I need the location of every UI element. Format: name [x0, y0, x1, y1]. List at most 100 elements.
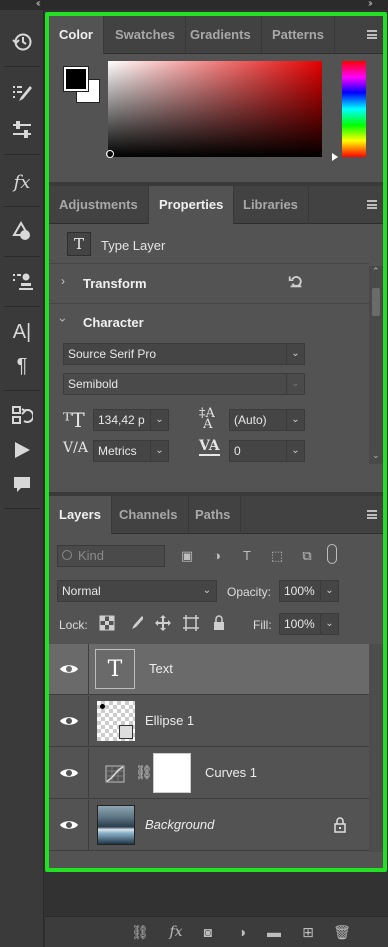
character-section-header[interactable]: Character: [83, 315, 144, 330]
kerning-value: Metrics: [98, 444, 137, 458]
layer-row-text[interactable]: T Text: [49, 644, 369, 695]
tracking-field[interactable]: 0 ⌄: [229, 440, 305, 462]
tab-properties[interactable]: Properties: [149, 186, 235, 224]
tab-color[interactable]: Color: [49, 16, 104, 54]
foreground-color-swatch[interactable]: [63, 66, 89, 92]
leading-value: (Auto): [234, 413, 267, 427]
layer-row-background[interactable]: Background: [49, 800, 369, 851]
timeline-icon[interactable]: [4, 400, 40, 432]
opacity-value: 100%: [284, 584, 315, 598]
visibility-eye-icon[interactable]: [59, 713, 79, 729]
properties-tab-bar: Adjustments Properties Libraries: [49, 186, 383, 224]
fx-styles-icon[interactable]: fx: [4, 166, 40, 198]
clone-source-icon[interactable]: [4, 266, 40, 298]
layer-locked-icon[interactable]: [333, 817, 347, 833]
expand-icon[interactable]: ‹‹: [36, 0, 40, 9]
layer-row-ellipse[interactable]: Ellipse 1: [49, 696, 369, 747]
lock-transparent-pixels-icon[interactable]: [99, 615, 115, 631]
adjustments-sliders-icon[interactable]: [4, 114, 40, 146]
comments-icon[interactable]: [4, 468, 40, 500]
transform-section-header[interactable]: Transform: [83, 276, 147, 291]
visibility-eye-icon[interactable]: [59, 817, 79, 833]
fill-field[interactable]: 100% ⌄: [279, 613, 339, 635]
chain-link-icon[interactable]: ⛓: [135, 764, 153, 781]
paragraph-icon[interactable]: ¶: [4, 350, 40, 382]
new-group-icon[interactable]: ▬: [265, 923, 283, 941]
visibility-eye-icon[interactable]: [59, 661, 79, 677]
layers-bottom-toolbar: ⛓ fx ◙ ◑ ▬ ⊞ 🗑: [45, 916, 388, 947]
link-layers-icon[interactable]: ⛓: [131, 923, 149, 941]
layer-name[interactable]: Text: [149, 661, 173, 676]
filter-toggle-icon[interactable]: [327, 544, 337, 564]
filter-adjustment-icon[interactable]: ◑: [209, 548, 225, 564]
layer-filter-kind-dropdown[interactable]: Kind: [57, 545, 165, 567]
properties-panel-menu-icon[interactable]: [367, 200, 377, 209]
chevron-down-icon: ⌄: [202, 585, 212, 596]
filter-smart-object-icon[interactable]: ⧉: [299, 548, 315, 564]
new-fill-adjustment-icon[interactable]: ◑: [233, 923, 251, 941]
search-icon: [62, 550, 72, 560]
tab-layers[interactable]: Layers: [49, 496, 112, 534]
tab-swatches[interactable]: Swatches: [105, 16, 186, 54]
layer-name[interactable]: Ellipse 1: [145, 713, 194, 728]
add-mask-icon[interactable]: ◙: [199, 923, 217, 941]
opacity-field[interactable]: 100% ⌄: [279, 580, 339, 602]
color-panel-menu-icon[interactable]: [367, 30, 377, 39]
chevron-down-icon: ⌄: [286, 410, 304, 430]
lock-position-icon[interactable]: [155, 615, 171, 631]
brush-settings-icon[interactable]: [4, 78, 40, 110]
shapes-icon[interactable]: [4, 216, 40, 248]
chevron-down-icon: ⌄: [320, 614, 338, 634]
scroll-down-icon[interactable]: ⌄: [372, 450, 380, 461]
transform-chevron-icon[interactable]: ›: [61, 274, 65, 288]
scroll-up-icon[interactable]: ⌃: [372, 266, 380, 277]
properties-scrollbar[interactable]: ⌃ ⌄: [369, 266, 383, 464]
lock-image-pixels-icon[interactable]: [127, 615, 144, 631]
layers-panel-menu-icon[interactable]: [367, 510, 377, 519]
tab-gradients[interactable]: Gradients: [180, 16, 262, 54]
filter-shape-icon[interactable]: ⬚: [269, 548, 285, 564]
reset-transform-icon[interactable]: [287, 272, 307, 292]
play-actions-icon[interactable]: [4, 434, 40, 466]
layer-row-curves[interactable]: ⛓ Curves 1: [49, 748, 369, 799]
blend-mode-dropdown[interactable]: Normal ⌄: [57, 580, 217, 602]
tab-patterns[interactable]: Patterns: [262, 16, 336, 54]
opacity-label: Opacity:: [227, 585, 272, 599]
lock-artboard-icon[interactable]: [183, 615, 199, 631]
font-style-dropdown[interactable]: Semibold ⌄: [63, 373, 305, 395]
chevron-down-icon: ⌄: [286, 344, 304, 364]
layer-name[interactable]: Background: [145, 817, 214, 832]
tab-libraries[interactable]: Libraries: [233, 186, 309, 224]
character-icon[interactable]: A|: [4, 316, 40, 348]
layer-filter-kind-value: Kind: [78, 548, 105, 563]
collapse-icon[interactable]: ››: [368, 0, 372, 9]
scrollbar-thumb[interactable]: [372, 288, 380, 316]
tracking-icon: VA: [199, 438, 220, 456]
layer-name[interactable]: Curves 1: [205, 765, 257, 780]
layers-scrollbar[interactable]: [369, 644, 383, 852]
filter-type-icon[interactable]: T: [239, 548, 255, 564]
font-family-dropdown[interactable]: Source Serif Pro ⌄: [63, 343, 305, 365]
delete-layer-icon[interactable]: 🗑: [333, 923, 351, 941]
hue-slider[interactable]: [342, 61, 366, 157]
layer-mask-thumbnail[interactable]: [153, 753, 191, 793]
hue-slider-arrow-icon[interactable]: [332, 153, 338, 161]
color-picker-cursor[interactable]: [106, 150, 114, 158]
lock-all-icon[interactable]: [211, 615, 227, 631]
tab-channels[interactable]: Channels: [109, 496, 189, 534]
font-size-field[interactable]: 134,42 p ⌄: [93, 409, 169, 431]
character-chevron-icon[interactable]: ›: [56, 318, 70, 322]
add-layer-style-icon[interactable]: fx: [165, 923, 187, 941]
panel-icon-toolbar: fx A| ¶: [0, 10, 44, 947]
leading-field[interactable]: (Auto) ⌄: [229, 409, 305, 431]
kerning-dropdown[interactable]: Metrics ⌄: [93, 440, 169, 462]
color-picker-field[interactable]: [108, 61, 322, 157]
history-icon[interactable]: [4, 26, 40, 58]
font-size-value: 134,42 p: [98, 413, 145, 427]
visibility-eye-icon[interactable]: [59, 765, 79, 781]
tab-adjustments[interactable]: Adjustments: [49, 186, 149, 224]
new-layer-icon[interactable]: ⊞: [299, 923, 317, 941]
filter-pixel-icon[interactable]: ▣: [179, 548, 195, 564]
panel-dock: Color Swatches Gradients Patterns Adjust…: [45, 12, 387, 872]
tab-paths[interactable]: Paths: [185, 496, 242, 534]
